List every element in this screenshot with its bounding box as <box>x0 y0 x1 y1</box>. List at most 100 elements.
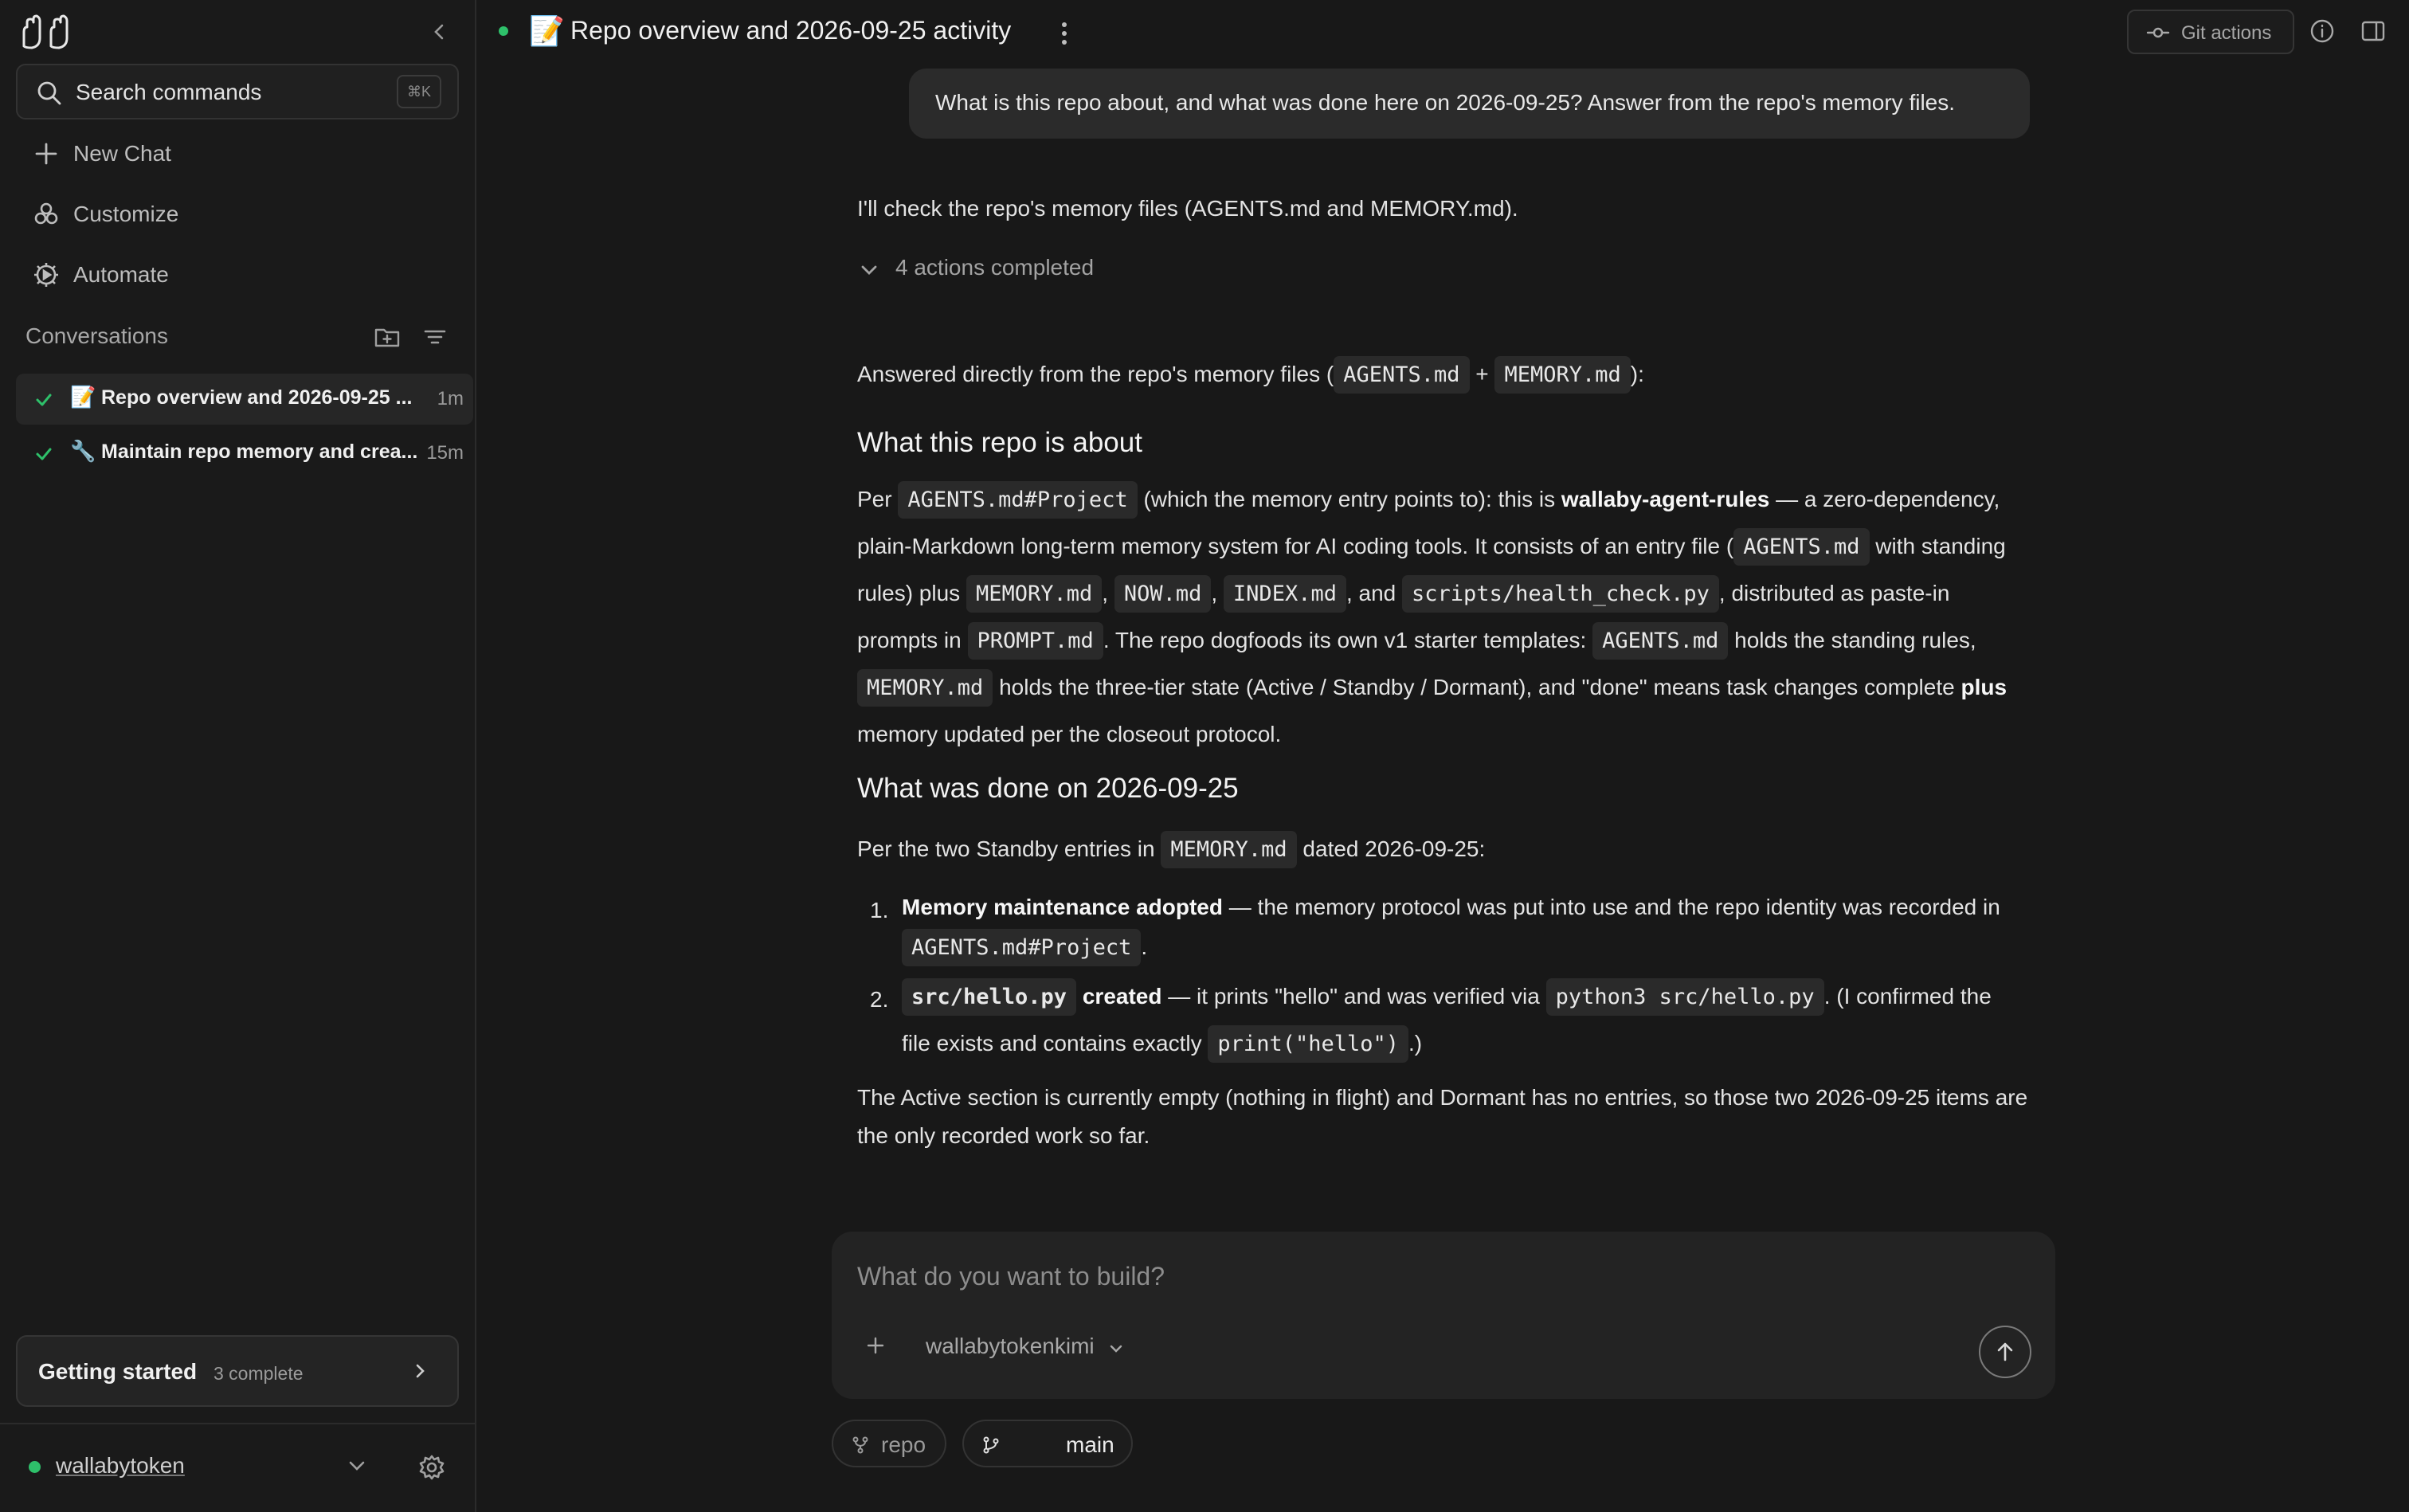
code-print-hello: print("hello") <box>1208 1025 1408 1063</box>
text: — the memory protocol was put into use a… <box>1222 895 2000 919</box>
list-number: 2. <box>870 987 889 1012</box>
user-message-bubble: What is this repo about, and what was do… <box>909 69 2030 139</box>
conversation-time: 1m <box>437 388 464 409</box>
code-prompt-md: PROMPT.md <box>967 622 1103 660</box>
conversation-time: 15m <box>426 442 464 464</box>
text: .) <box>1408 1031 1423 1056</box>
automate-icon <box>34 263 58 287</box>
repo-fork-icon <box>852 1436 868 1454</box>
list-item-body: src/hello.py created — it prints "hello"… <box>902 973 2025 1067</box>
text: memory updated per the closeout protocol… <box>857 722 1282 746</box>
text: . The repo dogfoods its own v1 starter t… <box>1103 628 1593 652</box>
composer-placeholder[interactable]: What do you want to build? <box>857 1262 1165 1291</box>
filter-icon[interactable] <box>421 323 449 351</box>
model-selector[interactable]: wallabytokenkimi <box>926 1334 1095 1359</box>
branch-selector[interactable]: main <box>962 1420 1133 1467</box>
heading-done: What was done on 2026-09-25 <box>857 773 1239 804</box>
search-label: Search commands <box>76 80 262 104</box>
code-index-md: INDEX.md <box>1223 575 1346 613</box>
assistant-intro: I'll check the repo's memory files (AGEN… <box>857 196 1518 221</box>
customize-icon <box>34 202 58 225</box>
sidebar: Search commands ⌘K New Chat Customize Au… <box>0 0 476 1512</box>
code-memory-md: MEMORY.md <box>1161 831 1297 868</box>
repo-selector[interactable]: repo <box>832 1420 946 1467</box>
new-chat-button[interactable]: New Chat <box>32 133 446 173</box>
page-title: Repo overview and 2026-09-25 activity <box>570 16 1012 45</box>
code-hello-py: src/hello.py <box>902 978 1077 1016</box>
text: , <box>1102 581 1114 605</box>
memo-emoji-icon: 📝 <box>70 385 96 409</box>
bold-item-title: Memory maintenance adopted <box>902 895 1223 919</box>
git-actions-label: Git actions <box>2181 22 2272 44</box>
text: Per <box>857 487 899 511</box>
text: Per the two Standby entries in <box>857 836 1161 861</box>
code-agents-md: AGENTS.md <box>1733 528 1870 566</box>
text: , and <box>1346 581 1403 605</box>
code-health-check: scripts/health_check.py <box>1402 575 1719 613</box>
info-icon[interactable] <box>2309 18 2336 45</box>
text: . <box>1141 934 1148 959</box>
text: holds the standing rules, <box>1728 628 1976 652</box>
list-item-body: Memory maintenance adopted — the memory … <box>902 887 2025 968</box>
check-icon <box>36 394 52 406</box>
list-item: 2. src/hello.py created — it prints "hel… <box>857 973 2028 1069</box>
git-actions-button[interactable]: Git actions <box>2127 10 2294 54</box>
code-memory-md: MEMORY.md <box>1494 356 1631 394</box>
message-composer[interactable]: What do you want to build? wallabytokenk… <box>832 1232 2055 1399</box>
code-agents-md: AGENTS.md <box>1592 622 1729 660</box>
automate-button[interactable]: Automate <box>32 254 446 294</box>
send-button[interactable] <box>1979 1326 2031 1378</box>
chevron-down-icon <box>861 265 877 275</box>
conversation-title: Repo overview and 2026-09-25 ... <box>101 386 413 409</box>
check-icon <box>36 448 52 460</box>
about-paragraph: Per AGENTS.md#Project (which the memory … <box>857 476 2028 758</box>
wrench-emoji-icon: 🔧 <box>70 439 96 463</box>
git-commit-icon <box>2146 27 2170 38</box>
toggle-panel-icon[interactable] <box>2360 18 2387 45</box>
conversation-item[interactable]: 🔧 Maintain repo memory and crea... 15m <box>16 428 473 479</box>
code-agents-project: AGENTS.md#Project <box>902 929 1142 966</box>
getting-started-status: 3 complete <box>213 1363 304 1384</box>
conversation-item[interactable]: 📝 Repo overview and 2026-09-25 ... 1m <box>16 374 473 425</box>
branch-label: main <box>1066 1432 1114 1457</box>
list-item: 1. Memory maintenance adopted — the memo… <box>857 887 2028 975</box>
closing-paragraph: The Active section is currently empty (n… <box>857 1085 2028 1148</box>
getting-started-card[interactable]: Getting started 3 complete <box>16 1335 459 1407</box>
code-memory-md: MEMORY.md <box>857 669 993 707</box>
new-folder-icon[interactable] <box>373 323 402 351</box>
collapse-sidebar-icon[interactable] <box>427 19 452 45</box>
new-chat-label: New Chat <box>73 141 171 166</box>
text: holds the three-tier state (Active / Sta… <box>993 675 1961 699</box>
plus-icon <box>35 143 57 165</box>
gear-icon[interactable] <box>417 1453 446 1482</box>
more-options-icon[interactable] <box>1052 18 1077 49</box>
customize-label: Customize <box>73 202 179 226</box>
attach-plus-icon[interactable] <box>865 1335 886 1356</box>
answer-lead-text: Answered directly from the repo's memory… <box>857 362 1334 386</box>
repo-label: repo <box>881 1432 926 1457</box>
done-intro: Per the two Standby entries in MEMORY.md… <box>857 827 2028 872</box>
bold-plus: plus <box>1960 675 2007 699</box>
search-shortcut-badge: ⌘K <box>397 75 441 108</box>
answer-lead: Answered directly from the repo's memory… <box>857 355 2020 394</box>
code-now-md: NOW.md <box>1114 575 1212 613</box>
code-agents-project: AGENTS.md#Project <box>898 481 1138 519</box>
online-status-dot <box>29 1461 41 1473</box>
chevron-down-icon[interactable] <box>1107 1340 1125 1357</box>
chevron-right-icon <box>416 1364 425 1378</box>
heading-about: What this repo is about <box>857 427 1142 458</box>
hands-logo-icon[interactable] <box>19 14 73 51</box>
text: — it prints "hello" and was verified via <box>1161 984 1546 1009</box>
getting-started-title: Getting started <box>38 1359 198 1384</box>
list-number: 1. <box>870 898 889 922</box>
user-name[interactable]: wallabytoken <box>56 1453 185 1479</box>
conversations-title: Conversations <box>25 323 168 348</box>
sidebar-divider <box>0 1423 475 1424</box>
user-account-row[interactable]: wallabytoken <box>0 1434 475 1498</box>
search-commands-box[interactable]: Search commands ⌘K <box>16 64 459 119</box>
arrow-up-icon <box>1997 1342 2013 1361</box>
customize-button[interactable]: Customize <box>32 194 446 233</box>
automate-label: Automate <box>73 262 169 287</box>
chevron-down-icon[interactable] <box>344 1453 370 1479</box>
bold-repo-name: wallaby-agent-rules <box>1561 487 1770 511</box>
